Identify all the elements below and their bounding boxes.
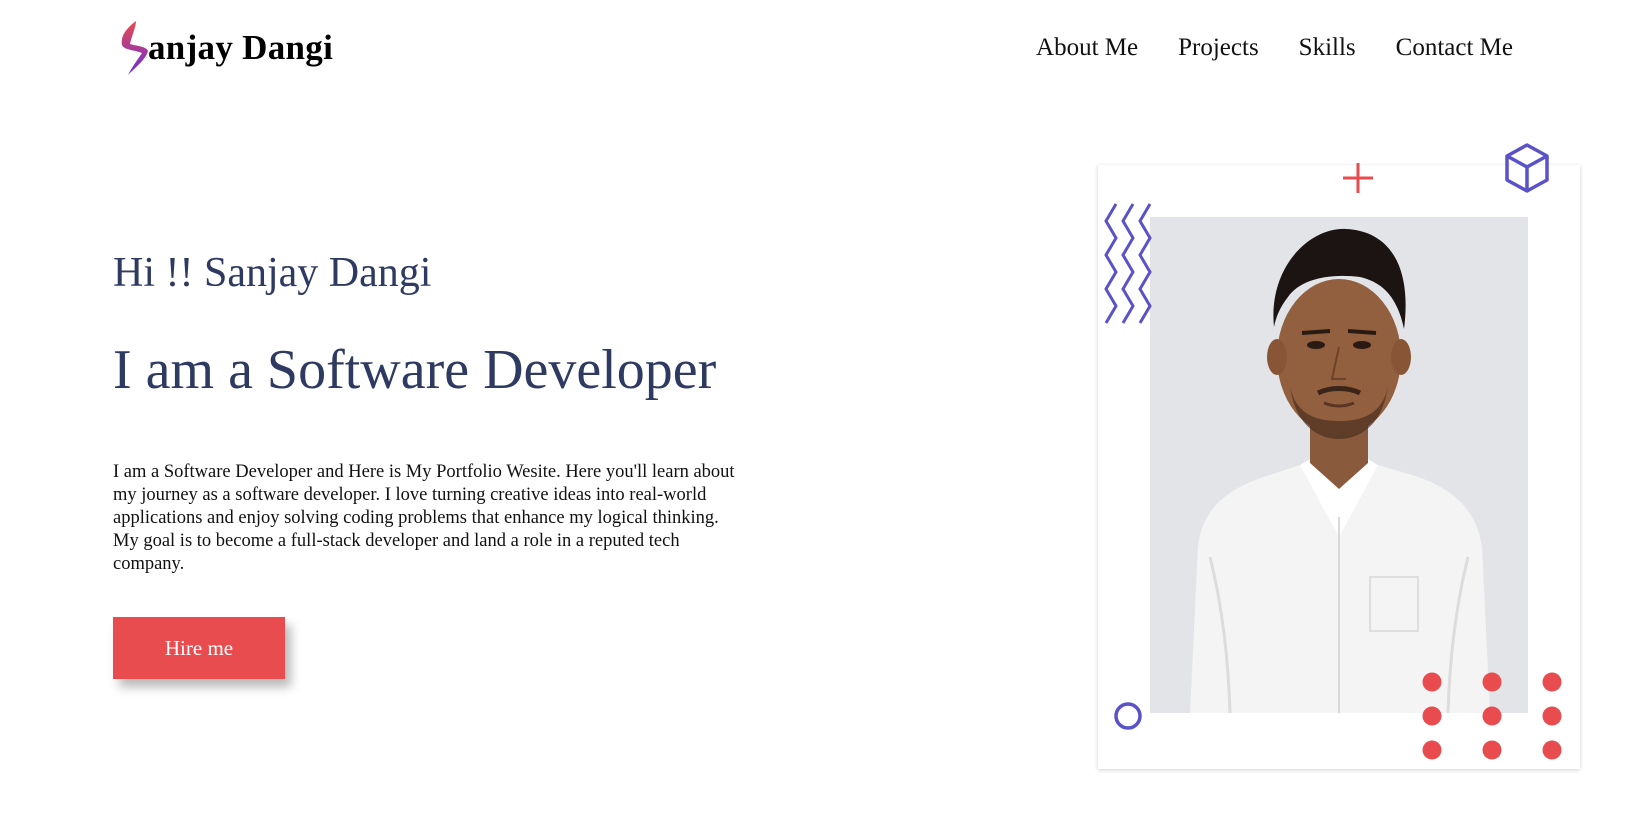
profile-photo — [1150, 217, 1528, 713]
circle-icon — [1114, 702, 1142, 730]
brand-name: anjay Dangi — [148, 28, 334, 67]
nav-contact-me[interactable]: Contact Me — [1396, 30, 1513, 66]
zigzag-icon — [1104, 203, 1152, 324]
logo-s-icon — [121, 21, 148, 75]
nav-projects[interactable]: Projects — [1178, 30, 1259, 66]
portfolio-page: anjay Dangi About Me Projects Skills Con… — [0, 0, 1651, 830]
hero-greeting: Hi !! Sanjay Dangi — [113, 250, 432, 296]
site-header: anjay Dangi About Me Projects Skills Con… — [0, 0, 1651, 100]
hero-intro: I am a Software Developer and Here is My… — [113, 462, 735, 574]
nav-about-me[interactable]: About Me — [1036, 30, 1138, 66]
brand-logo[interactable]: anjay Dangi — [116, 18, 333, 78]
person-illustration — [1150, 217, 1528, 713]
cube-icon — [1505, 143, 1549, 193]
plus-icon — [1343, 163, 1373, 193]
main-nav: About Me Projects Skills Contact Me — [996, 30, 1513, 66]
nav-skills[interactable]: Skills — [1299, 30, 1356, 66]
dot-grid-icon — [1422, 672, 1562, 760]
hero-headline: I am a Software Developer — [113, 339, 717, 401]
hire-me-button[interactable]: Hire me — [113, 617, 285, 679]
